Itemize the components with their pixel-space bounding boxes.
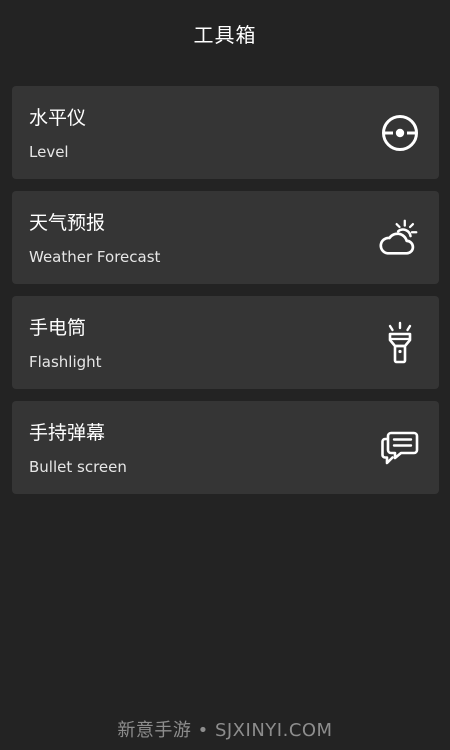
level-target-icon (378, 111, 422, 155)
watermark: 新意手游 • SJXINYI.COM (117, 720, 333, 741)
tool-name: 手持弹幕 (29, 422, 106, 444)
chat-bubbles-icon (378, 426, 422, 470)
tool-subtitle: Flashlight (29, 353, 102, 371)
tool-list: 水平仪 Level 天气预报 Weather Forecast 手电筒 Flas… (12, 86, 439, 506)
tool-card-bullet-screen[interactable]: 手持弹幕 Bullet screen (12, 401, 439, 494)
tool-subtitle: Weather Forecast (29, 248, 161, 266)
tool-name: 天气预报 (29, 212, 106, 234)
tool-name: 水平仪 (29, 107, 87, 129)
weather-cloud-sun-icon (378, 216, 422, 260)
tool-card-flashlight[interactable]: 手电筒 Flashlight (12, 296, 439, 389)
tool-card-level[interactable]: 水平仪 Level (12, 86, 439, 179)
tool-card-weather[interactable]: 天气预报 Weather Forecast (12, 191, 439, 284)
app-header: 工具箱 (0, 0, 450, 68)
tool-name: 手电筒 (29, 317, 87, 339)
tool-subtitle: Bullet screen (29, 458, 127, 476)
tool-subtitle: Level (29, 143, 69, 161)
flashlight-icon (378, 321, 422, 365)
page-title: 工具箱 (193, 22, 257, 47)
